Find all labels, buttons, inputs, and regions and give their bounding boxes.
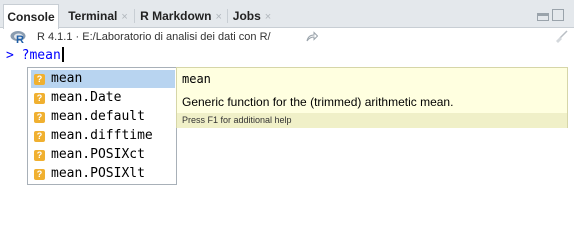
tab-label: Console [7,10,55,24]
help-description: Generic function for the (trimmed) arith… [182,95,454,109]
tab-label: Terminal [68,9,118,23]
completion-item[interactable]: ? mean.difftime [31,127,175,145]
completion-item-label: mean.POSIXct [51,147,145,162]
maximize-icon[interactable] [552,9,564,21]
console-input-line[interactable]: > ?mean [6,47,64,63]
r-version-path: R 4.1.1 · E:/Laboratorio di analisi dei … [37,31,271,43]
tab-divider [134,9,135,23]
completion-item-label: mean [51,71,83,86]
minimize-icon[interactable] [537,13,549,21]
tab-jobs[interactable]: Jobs × [229,4,275,28]
r-logo-icon: R [10,31,26,44]
tab-divider [227,9,228,23]
help-footer: Press F1 for additional help [177,113,567,128]
tab-terminal[interactable]: Terminal × [63,4,133,28]
help-topic-icon: ? [34,131,45,142]
help-topic-icon: ? [34,112,45,123]
text-cursor [61,47,64,62]
help-topic-icon: ? [34,93,45,104]
completion-item-label: mean.default [51,109,145,124]
completion-item-label: mean.difftime [51,128,153,143]
console-input[interactable]: ?mean [22,48,61,63]
tab-r-markdown[interactable]: R Markdown × [136,4,226,28]
completion-item[interactable]: ? mean.POSIXct [31,146,175,164]
svg-text:R: R [16,34,24,44]
close-icon[interactable]: × [265,11,271,23]
go-to-directory-icon[interactable] [306,31,318,43]
console-prompt: > [6,48,14,63]
completion-item[interactable]: ? mean.POSIXlt [31,165,175,183]
help-hint: Press F1 for additional help [182,115,292,125]
completion-item[interactable]: ? mean [31,70,175,88]
completion-item[interactable]: ? mean.default [31,108,175,126]
completion-item-label: mean.Date [51,90,122,105]
help-topic-icon: ? [34,74,45,85]
tab-console[interactable]: Console [3,4,59,29]
tab-label: R Markdown [140,9,212,23]
close-icon[interactable]: × [215,11,221,23]
help-tooltip: mean Generic function for the (trimmed) … [176,67,568,128]
clear-console-icon[interactable] [553,29,569,45]
completion-item-label: mean.POSIXlt [51,166,145,181]
help-topic-icon: ? [34,169,45,180]
completion-list[interactable]: ? mean ? mean.Date ? mean.default ? mean… [27,67,177,185]
working-directory-bar: R R 4.1.1 · E:/Laboratorio di analisi de… [0,28,574,47]
help-topic-icon: ? [34,150,45,161]
tab-label: Jobs [232,9,261,23]
console-tabbar: Console Terminal × R Markdown × Jobs × [0,0,574,29]
completion-item[interactable]: ? mean.Date [31,89,175,107]
help-topic-name: mean [182,72,211,86]
close-icon[interactable]: × [121,11,127,23]
